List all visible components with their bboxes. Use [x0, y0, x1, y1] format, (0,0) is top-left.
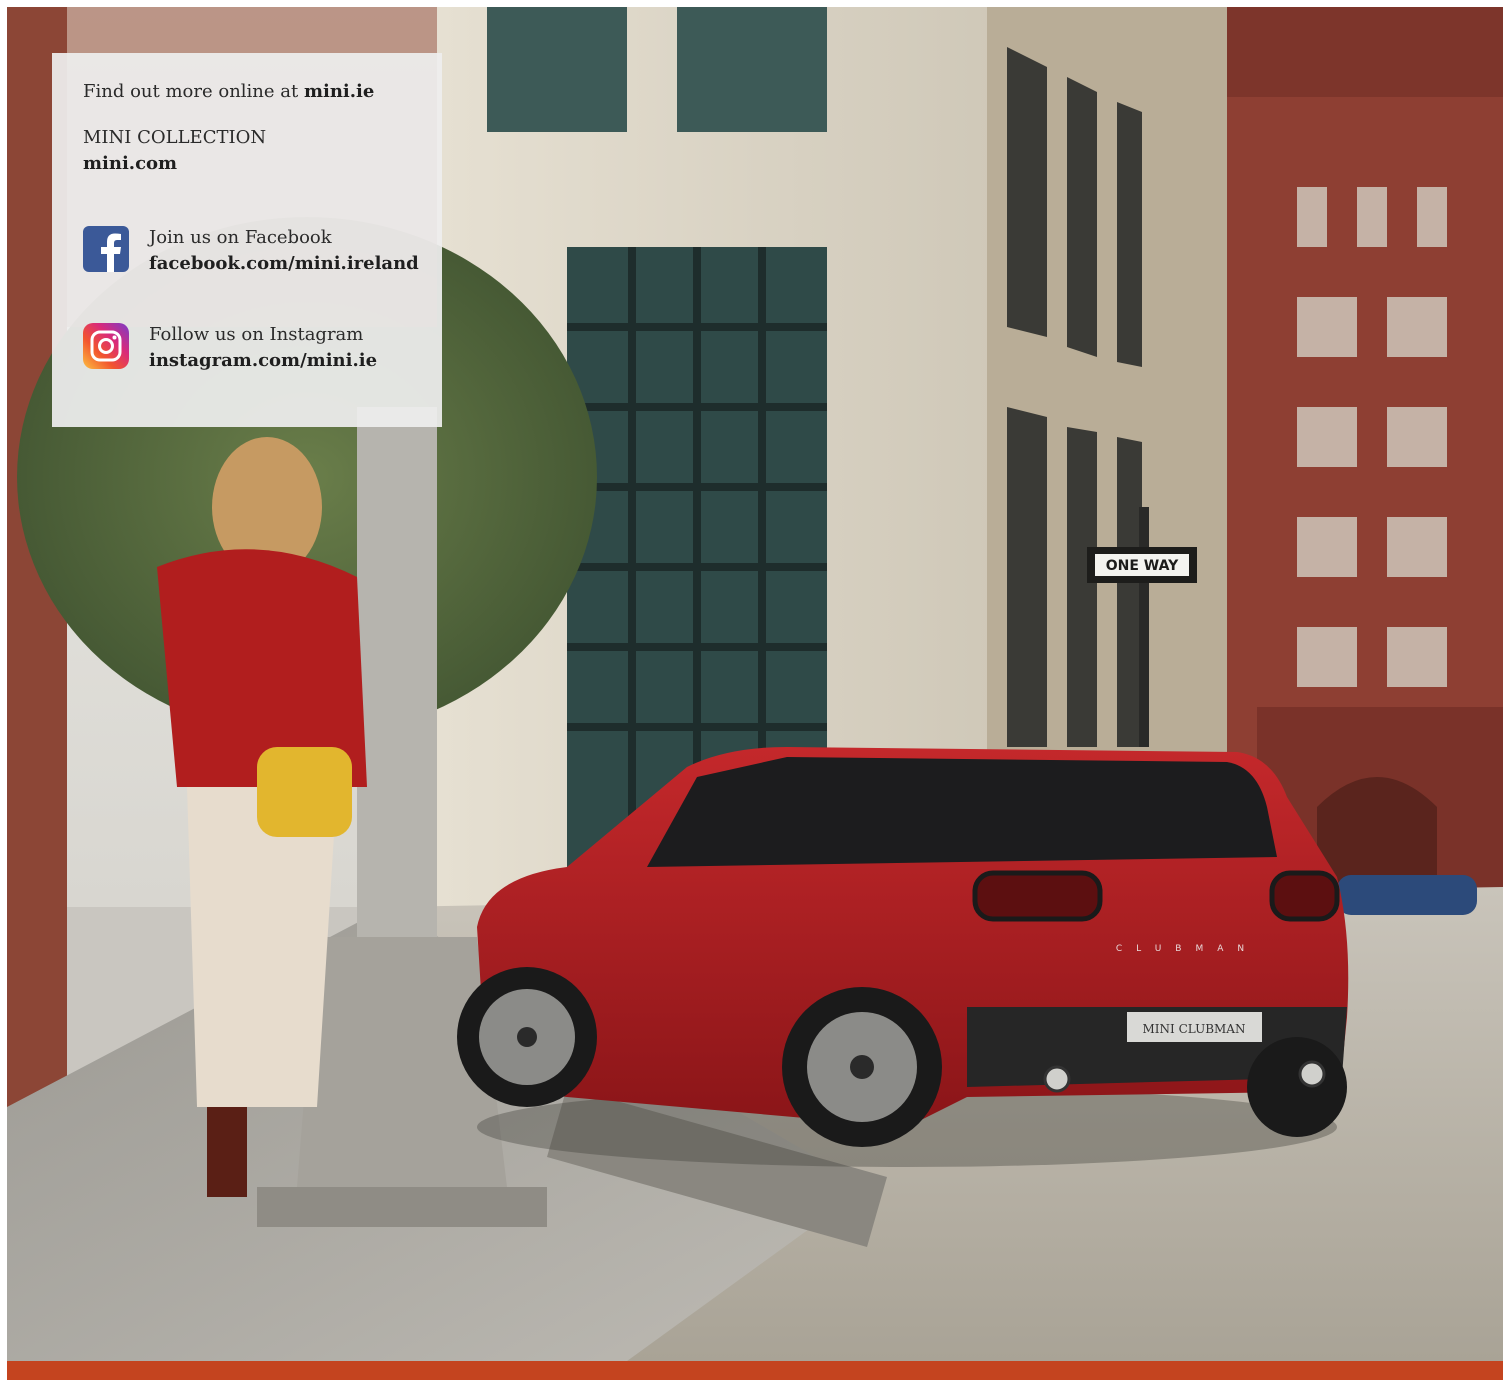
street-sign-text: ONE WAY: [1106, 558, 1179, 574]
info-panel: Find out more online at mini.ie MINI COL…: [52, 53, 442, 427]
intro-text: Find out more online at: [83, 81, 304, 102]
facebook-link[interactable]: facebook.com/mini.ireland: [149, 251, 419, 277]
clubman-badge-text: CLUBMAN: [1116, 944, 1258, 954]
brochure-back-page: ONE WAY MINI CLUBMAN CLUBMAN Find out mo…: [0, 0, 1503, 1380]
collection-label: MINI COLLECTION: [83, 127, 267, 148]
facebook-icon[interactable]: [83, 226, 129, 272]
mini-ie-link[interactable]: mini.ie: [304, 81, 374, 102]
instagram-row: Follow us on Instagram instagram.com/min…: [83, 322, 377, 374]
facebook-row: Join us on Facebook facebook.com/mini.ir…: [83, 225, 419, 277]
license-plate-text: MINI CLUBMAN: [1143, 1022, 1246, 1036]
instagram-link[interactable]: instagram.com/mini.ie: [149, 348, 377, 374]
mini-com-link[interactable]: mini.com: [83, 151, 442, 177]
facebook-label: Join us on Facebook: [149, 227, 332, 248]
intro-line: Find out more online at mini.ie: [83, 79, 442, 105]
bottom-accent-bar: [7, 1361, 1503, 1380]
instagram-icon[interactable]: [83, 323, 129, 369]
instagram-label: Follow us on Instagram: [149, 324, 364, 345]
